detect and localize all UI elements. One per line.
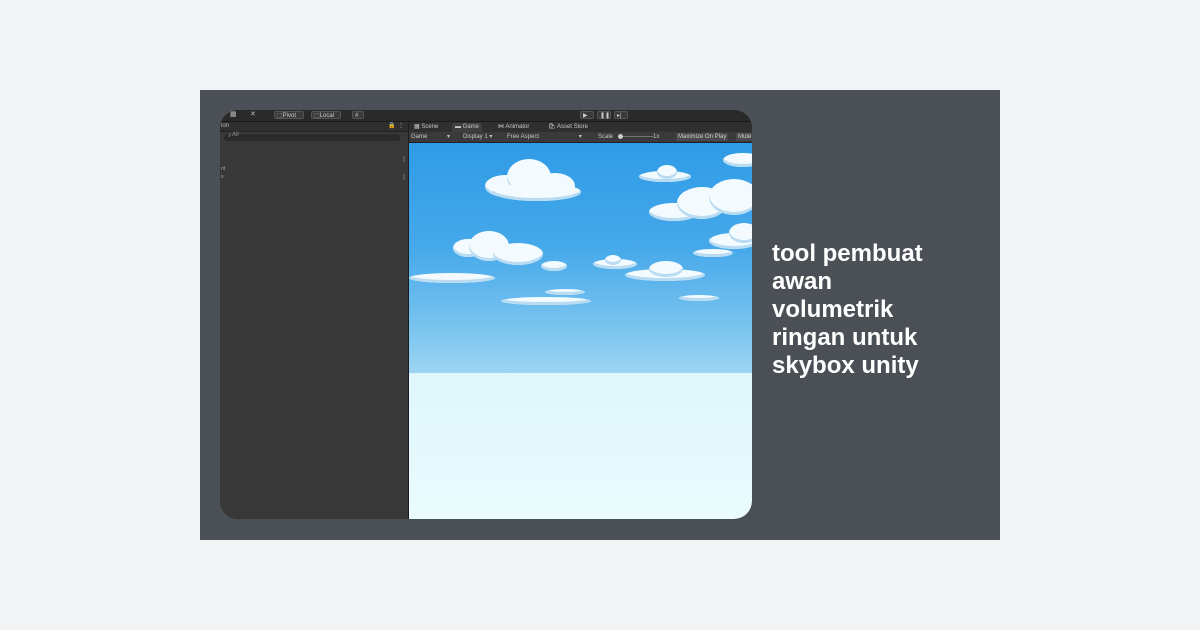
view-select[interactable]: Game ▾ (411, 133, 450, 141)
cloud (693, 247, 733, 259)
article-title: tool pembuat awan volumetrik ringan untu… (772, 240, 972, 380)
scale-slider[interactable] (619, 136, 653, 137)
title-line: volumetrik (772, 296, 894, 323)
hierarchy-item[interactable]: s (221, 174, 224, 180)
article-card: ▦ ✕ ⬚Pivot ⬚Local # ▶ ❚❚ ▸| ion 🔒 ⋮ ⌕ Al… (200, 90, 1000, 540)
cloud (485, 159, 585, 209)
hierarchy-header: ion 🔒 ⋮ (220, 122, 408, 132)
panel-tabs: ▦ Scene ▬ Game ⋈ Animator 🛍 Asset Store (409, 122, 752, 132)
scale-value: 1x (653, 134, 660, 140)
cloud (409, 269, 495, 291)
tab-game[interactable]: ▬ Game (452, 123, 483, 132)
scroll-marker (403, 156, 405, 162)
more-icon[interactable]: ⋮ (398, 122, 404, 131)
title-line: awan (772, 268, 833, 295)
cloud (649, 179, 752, 227)
pause-icon[interactable]: ❚❚ (597, 111, 611, 119)
hierarchy-search-input[interactable]: ⌕ All (224, 132, 400, 141)
title-line: ringan untuk (772, 324, 918, 351)
unity-editor-screenshot: ▦ ✕ ⬚Pivot ⬚Local # ▶ ❚❚ ▸| ion 🔒 ⋮ ⌕ Al… (220, 110, 752, 519)
game-viewport[interactable] (409, 143, 752, 519)
tab-scene[interactable]: ▦ Scene (411, 123, 441, 132)
cloud (453, 231, 545, 271)
display-select[interactable]: Display 1 ▾ (463, 133, 492, 141)
maximize-on-play-button[interactable]: Maximize On Play (676, 133, 729, 141)
tab-animator[interactable]: ⋈ Animator (495, 123, 532, 132)
pivot-button[interactable]: ⬚Pivot (274, 111, 304, 119)
cloud (679, 293, 719, 303)
cloud (625, 261, 705, 283)
aspect-select[interactable]: Free Aspect ▾ (507, 133, 582, 141)
hierarchy-title: ion (221, 123, 230, 129)
step-icon[interactable]: ▸| (614, 111, 628, 119)
search-icon: ⌕ All (228, 132, 239, 139)
play-icon[interactable]: ▶ (580, 111, 594, 119)
local-button[interactable]: ⬚Local (311, 111, 341, 119)
scale-slider-handle[interactable] (618, 134, 623, 139)
chevron-down-icon: ▾ (578, 134, 582, 140)
scale-label: Scale (598, 134, 614, 140)
game-view-bar: Game ▾ Display 1 ▾ Free Aspect ▾ Scale 1… (409, 132, 752, 143)
move-tool-icon[interactable]: ✕ (250, 111, 256, 119)
lock-icon[interactable]: 🔒 (388, 122, 395, 131)
cloud (541, 259, 567, 273)
chevron-down-icon: ▾ (489, 134, 493, 140)
game-panel: ▦ Scene ▬ Game ⋈ Animator 🛍 Asset Store … (409, 122, 752, 519)
tab-asset-store[interactable]: 🛍 Asset Store (545, 123, 591, 132)
title-line: tool pembuat (772, 240, 923, 267)
chevron-down-icon: ▾ (447, 134, 451, 140)
editor-toolbar: ▦ ✕ ⬚Pivot ⬚Local # ▶ ❚❚ ▸| (220, 110, 752, 122)
transform-tool-icon[interactable]: ▦ (230, 111, 237, 119)
ground-plane (409, 373, 752, 519)
snap-icon[interactable]: # (352, 111, 364, 119)
hierarchy-item[interactable]: nt (221, 166, 225, 172)
title-line: skybox unity (772, 352, 919, 379)
cloud (545, 287, 585, 297)
cloud (723, 147, 752, 169)
mute-button[interactable]: Mute (736, 133, 752, 141)
hierarchy-panel: ion 🔒 ⋮ ⌕ All nt s (220, 122, 409, 519)
scroll-marker (403, 174, 405, 180)
